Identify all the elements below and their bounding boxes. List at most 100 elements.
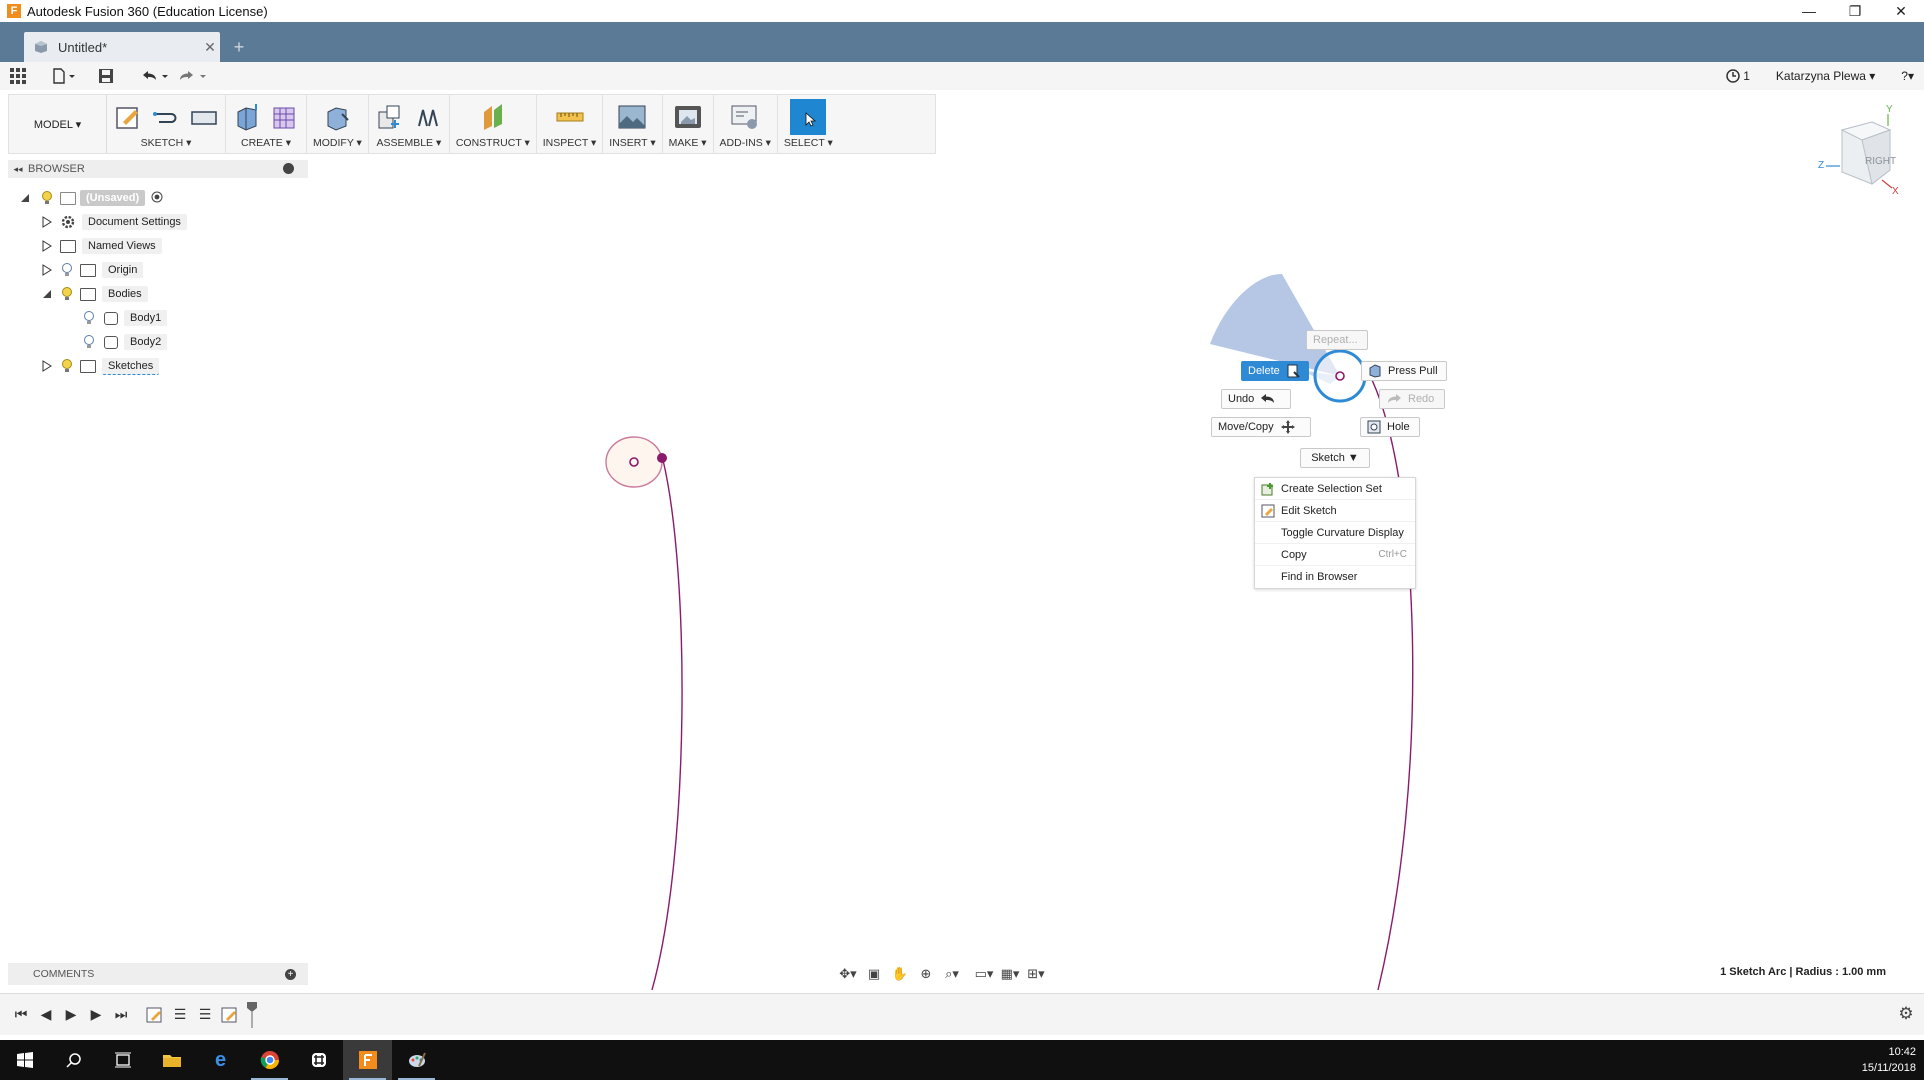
job-status[interactable]: 1 bbox=[1726, 69, 1750, 83]
activate-radio-icon[interactable] bbox=[151, 191, 163, 206]
press-pull-button[interactable]: Press Pull bbox=[1361, 361, 1447, 381]
undo-icon[interactable] bbox=[140, 63, 170, 89]
hidden-bulb-icon[interactable] bbox=[82, 311, 96, 325]
fusion-360-taskbar-icon[interactable] bbox=[343, 1040, 392, 1080]
inspect-group[interactable]: INSPECT ▾ bbox=[537, 95, 604, 153]
close-button[interactable]: ✕ bbox=[1878, 0, 1924, 22]
toggle-curvature-display-item[interactable]: Toggle Curvature Display bbox=[1255, 522, 1415, 544]
go-to-start-icon[interactable]: ⏮ bbox=[10, 1004, 32, 1026]
browser-options-icon[interactable] bbox=[283, 163, 294, 174]
zoom-icon[interactable]: ⊕ bbox=[916, 964, 936, 984]
assemble-group[interactable]: ASSEMBLE ▾ bbox=[369, 95, 450, 153]
expanded-triangle-icon[interactable] bbox=[40, 287, 54, 301]
windows-start-icon[interactable] bbox=[0, 1040, 49, 1080]
select-group[interactable]: SELECT ▾ bbox=[778, 95, 839, 153]
expanded-triangle-icon[interactable] bbox=[18, 191, 32, 205]
tree-row-bodies[interactable]: Bodies bbox=[18, 282, 308, 306]
construct-group[interactable]: CONSTRUCT ▾ bbox=[450, 95, 537, 153]
display-settings-icon[interactable]: ▭▾ bbox=[974, 964, 994, 984]
collapse-browser-icon[interactable]: ◂◂ bbox=[8, 164, 28, 175]
create-group[interactable]: CREATE ▾ bbox=[226, 95, 307, 153]
save-icon[interactable] bbox=[98, 63, 114, 89]
create-selection-set-item[interactable]: Create Selection Set bbox=[1255, 478, 1415, 500]
hidden-bulb-icon[interactable] bbox=[82, 335, 96, 349]
hidden-bulb-icon[interactable] bbox=[60, 263, 74, 277]
document-tab[interactable]: Untitled* ✕ bbox=[24, 32, 220, 62]
select-tool-icon[interactable] bbox=[790, 99, 827, 135]
timeline-extrude-feature-icon[interactable]: ☰ bbox=[169, 1004, 191, 1026]
zoom-window-icon[interactable]: ⌕▾ bbox=[942, 964, 962, 984]
undo-mm-button[interactable]: Undo bbox=[1221, 389, 1291, 409]
insert-image-icon[interactable] bbox=[617, 102, 647, 132]
redo-icon[interactable] bbox=[178, 63, 208, 89]
new-component-icon[interactable] bbox=[375, 102, 405, 132]
pan-icon[interactable]: ✋ bbox=[890, 964, 910, 984]
file-explorer-icon[interactable] bbox=[147, 1040, 196, 1080]
tree-row-body1[interactable]: Body1 bbox=[18, 306, 308, 330]
sketch-overflow-button[interactable]: Sketch ▼ bbox=[1300, 448, 1370, 468]
new-tab-button[interactable]: + bbox=[224, 32, 254, 62]
add-ins-group[interactable]: ADD-INS ▾ bbox=[714, 95, 778, 153]
make-group[interactable]: MAKE ▾ bbox=[663, 95, 714, 153]
collapsed-triangle-icon[interactable] bbox=[40, 239, 54, 253]
move-copy-button[interactable]: Move/Copy bbox=[1211, 417, 1311, 437]
help-icon[interactable]: ?▾ bbox=[1901, 69, 1914, 83]
redo-mm-button[interactable]: Redo bbox=[1379, 389, 1445, 409]
file-menu-icon[interactable] bbox=[52, 63, 76, 89]
tree-row-named-views[interactable]: Named Views bbox=[18, 234, 308, 258]
timeline-settings-gear-icon[interactable]: ⚙ bbox=[1896, 1004, 1916, 1024]
modify-group[interactable]: MODIFY ▾ bbox=[307, 95, 369, 153]
timeline-sketch-feature-icon-2[interactable] bbox=[219, 1004, 241, 1026]
visibility-bulb-icon[interactable] bbox=[60, 287, 74, 301]
3d-print-icon[interactable] bbox=[673, 102, 703, 132]
press-pull-icon[interactable] bbox=[322, 102, 352, 132]
edge-browser-icon[interactable]: e bbox=[196, 1040, 245, 1080]
tree-row-origin[interactable]: Origin bbox=[18, 258, 308, 282]
minimize-button[interactable]: — bbox=[1786, 0, 1832, 22]
grid-snaps-icon[interactable]: ▦▾ bbox=[1000, 964, 1020, 984]
user-menu[interactable]: Katarzyna Plewa ▾ bbox=[1776, 69, 1875, 83]
viewcube[interactable]: Y Z X RIGHT bbox=[1818, 100, 1918, 200]
tree-row-document-settings[interactable]: Document Settings bbox=[18, 210, 308, 234]
workspace-switcher[interactable]: MODEL ▾ bbox=[9, 95, 107, 153]
paint-app-icon[interactable] bbox=[392, 1040, 441, 1080]
chrome-icon[interactable] bbox=[245, 1040, 294, 1080]
visibility-bulb-icon[interactable] bbox=[60, 359, 74, 373]
collapsed-triangle-icon[interactable] bbox=[40, 359, 54, 373]
rectangle-icon[interactable] bbox=[189, 102, 219, 132]
go-to-end-icon[interactable]: ⏭ bbox=[110, 1004, 132, 1026]
visibility-bulb-icon[interactable] bbox=[40, 191, 54, 205]
viewports-icon[interactable]: ⊞▾ bbox=[1026, 964, 1046, 984]
timeline-extrude-feature-icon-2[interactable]: ☰ bbox=[194, 1004, 216, 1026]
tree-row-body2[interactable]: Body2 bbox=[18, 330, 308, 354]
collapsed-triangle-icon[interactable] bbox=[40, 263, 54, 277]
repeat-button[interactable]: Repeat... bbox=[1306, 330, 1368, 350]
scripts-add-ins-icon[interactable] bbox=[730, 102, 760, 132]
tree-row-sketches[interactable]: Sketches bbox=[18, 354, 308, 378]
timeline-sketch-feature-icon[interactable] bbox=[144, 1004, 166, 1026]
restore-button[interactable]: ❐ bbox=[1832, 0, 1878, 22]
add-comment-icon[interactable]: + bbox=[285, 969, 296, 980]
data-panel-grid-icon[interactable] bbox=[10, 63, 26, 89]
create-sketch-icon[interactable] bbox=[113, 102, 143, 132]
search-icon[interactable] bbox=[49, 1040, 98, 1080]
insert-group[interactable]: INSERT ▾ bbox=[603, 95, 663, 153]
edit-sketch-item[interactable]: Edit Sketch bbox=[1255, 500, 1415, 522]
collapsed-triangle-icon[interactable] bbox=[40, 215, 54, 229]
form-icon[interactable] bbox=[270, 102, 300, 132]
look-at-icon[interactable]: ▣ bbox=[864, 964, 884, 984]
task-view-icon[interactable] bbox=[98, 1040, 147, 1080]
orbit-icon[interactable]: ✥▾ bbox=[838, 964, 858, 984]
play-icon[interactable]: ▶ bbox=[60, 1004, 82, 1026]
line-icon[interactable] bbox=[151, 102, 181, 132]
measure-icon[interactable] bbox=[555, 102, 585, 132]
slack-icon[interactable] bbox=[294, 1040, 343, 1080]
hole-button[interactable]: Hole bbox=[1360, 417, 1420, 437]
delete-button[interactable]: Delete bbox=[1241, 361, 1309, 381]
copy-item[interactable]: Copy Ctrl+C bbox=[1255, 544, 1415, 566]
joint-icon[interactable] bbox=[413, 102, 443, 132]
offset-plane-icon[interactable] bbox=[478, 102, 508, 132]
taskbar-clock[interactable]: 10:42 15/11/2018 bbox=[1862, 1044, 1916, 1076]
sketch-group[interactable]: SKETCH ▾ bbox=[107, 95, 226, 153]
find-in-browser-item[interactable]: Find in Browser bbox=[1255, 566, 1415, 588]
